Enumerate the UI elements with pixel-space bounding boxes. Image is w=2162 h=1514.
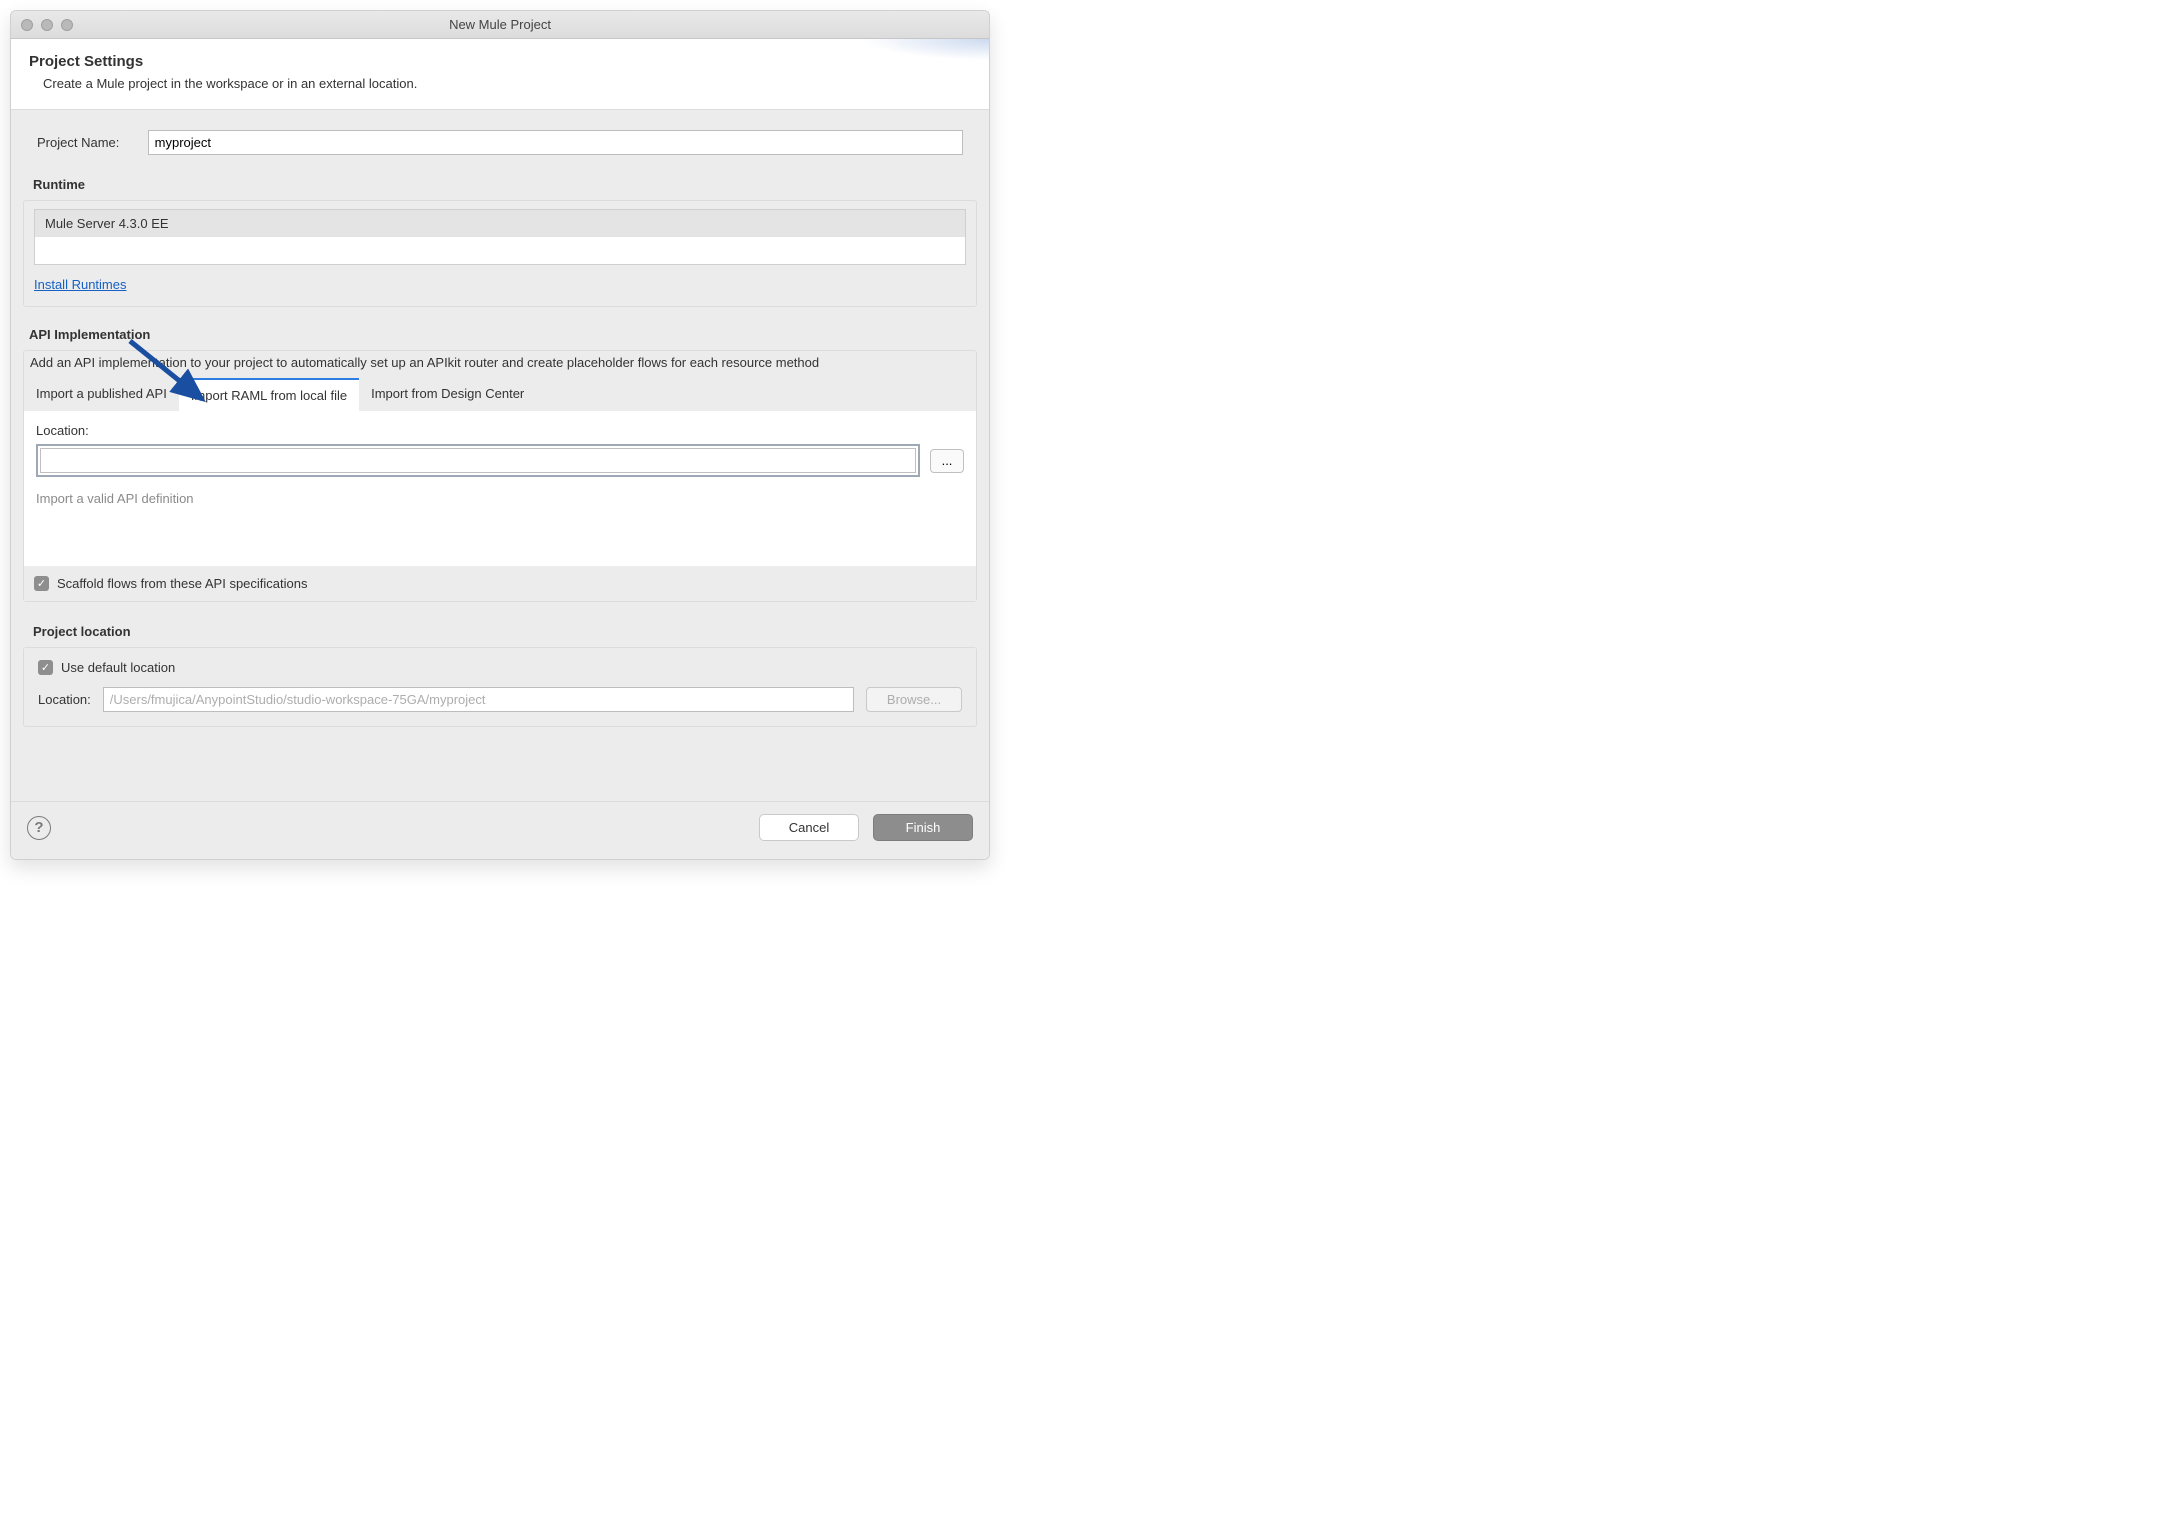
tab-import-design-center[interactable]: Import from Design Center	[359, 378, 536, 411]
scaffold-row: ✓ Scaffold flows from these API specific…	[24, 566, 976, 601]
api-location-input-wrap	[36, 444, 920, 477]
header-decoration	[809, 39, 989, 94]
project-name-label: Project Name:	[37, 135, 134, 150]
api-location-input[interactable]	[40, 448, 916, 473]
window-title: New Mule Project	[21, 17, 979, 32]
project-location-label: Location:	[38, 692, 91, 707]
cancel-button[interactable]: Cancel	[759, 814, 859, 841]
runtime-title: Runtime	[23, 165, 977, 194]
tab-content: Location: ... Import a valid API definit…	[24, 411, 976, 566]
runtime-list[interactable]: Mule Server 4.3.0 EE	[34, 209, 966, 265]
window-controls	[21, 19, 73, 31]
titlebar: New Mule Project	[11, 11, 989, 39]
project-name-row: Project Name:	[23, 120, 977, 165]
finish-button[interactable]: Finish	[873, 814, 973, 841]
help-icon[interactable]: ?	[27, 816, 51, 840]
scaffold-checkbox[interactable]: ✓	[34, 576, 49, 591]
tab-import-published-api[interactable]: Import a published API	[24, 378, 179, 411]
project-location-browse-button: Browse...	[866, 687, 962, 712]
runtime-section: Runtime Mule Server 4.3.0 EE Install Run…	[23, 165, 977, 307]
install-runtimes-link[interactable]: Install Runtimes	[24, 273, 136, 304]
project-location-title: Project location	[23, 612, 977, 641]
api-location-label: Location:	[36, 423, 964, 438]
maximize-window-icon[interactable]	[61, 19, 73, 31]
api-impl-title: API Implementation	[23, 315, 977, 344]
project-location-section: Project location ✓ Use default location …	[23, 612, 977, 727]
api-location-browse-button[interactable]: ...	[930, 449, 964, 473]
use-default-location-checkbox[interactable]: ✓	[38, 660, 53, 675]
tab-import-raml-local[interactable]: Import RAML from local file	[179, 378, 359, 411]
api-implementation-section: API Implementation Add an API implementa…	[23, 315, 977, 602]
use-default-location-label: Use default location	[61, 660, 175, 675]
runtime-item-selected[interactable]: Mule Server 4.3.0 EE	[35, 210, 965, 237]
minimize-window-icon[interactable]	[41, 19, 53, 31]
close-window-icon[interactable]	[21, 19, 33, 31]
spacer	[23, 727, 977, 787]
scaffold-label: Scaffold flows from these API specificat…	[57, 576, 308, 591]
dialog-header: Project Settings Create a Mule project i…	[11, 39, 989, 110]
api-tabs: Import a published API Import RAML from …	[24, 378, 976, 411]
project-location-input	[103, 687, 854, 712]
dialog-body: Project Name: Runtime Mule Server 4.3.0 …	[11, 110, 989, 801]
project-name-input[interactable]	[148, 130, 963, 155]
api-hint: Import a valid API definition	[36, 491, 964, 506]
dialog-window: New Mule Project Project Settings Create…	[10, 10, 990, 860]
dialog-footer: ? Cancel Finish	[11, 801, 989, 859]
api-impl-description: Add an API implementation to your projec…	[24, 351, 976, 378]
